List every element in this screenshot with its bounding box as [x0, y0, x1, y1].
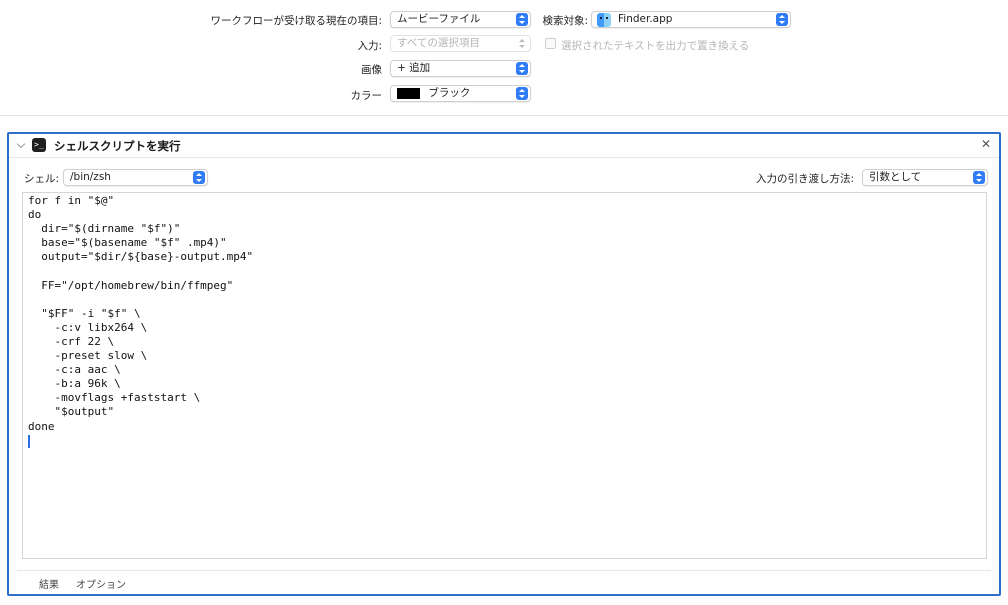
script-editor[interactable]: for f in "$@" do dir="$(dirname "$f")" b… — [22, 192, 987, 559]
disclosure-chevron-icon[interactable] — [16, 139, 26, 149]
pass-input-popup[interactable]: 引数として — [862, 169, 988, 186]
text-caret — [28, 435, 30, 449]
workflow-header: ワークフローが受け取る現在の項目: ムービーファイル 検索対象: Finder.… — [0, 0, 1008, 116]
popup-stepper-icon — [776, 13, 788, 26]
action-title-bar: >_ シェルスクリプトを実行 ✕ — [9, 134, 999, 158]
replace-checkbox — [545, 38, 556, 49]
image-value: + 追加 — [397, 62, 431, 74]
search-target-label: 検索対象: — [542, 15, 588, 27]
popup-stepper-icon — [193, 171, 205, 184]
color-popup[interactable]: ブラック — [390, 85, 531, 102]
replace-checkbox-label: 選択されたテキストを出力で置き換える — [561, 40, 750, 52]
shell-value: /bin/zsh — [70, 171, 111, 183]
input-popup: すべての選択項目 — [390, 35, 531, 52]
popup-stepper-icon — [516, 87, 528, 100]
input-value: すべての選択項目 — [397, 37, 480, 49]
shell-popup[interactable]: /bin/zsh — [63, 169, 208, 186]
pass-input-value: 引数として — [869, 171, 922, 183]
finder-icon — [597, 13, 611, 27]
popup-stepper-icon — [516, 37, 528, 50]
popup-stepper-icon — [973, 171, 985, 184]
bottom-divider — [17, 570, 991, 571]
tab-options[interactable]: オプション — [76, 576, 126, 591]
close-icon[interactable]: ✕ — [981, 137, 991, 151]
action-title: シェルスクリプトを実行 — [54, 139, 181, 153]
script-text[interactable]: for f in "$@" do dir="$(dirname "$f")" b… — [23, 193, 986, 435]
color-swatch — [397, 88, 420, 99]
workflow-input-popup[interactable]: ムービーファイル — [390, 11, 531, 28]
color-label: カラー — [350, 90, 383, 102]
image-label: 画像 — [361, 64, 382, 76]
workflow-input-label: ワークフローが受け取る現在の項目: — [210, 15, 382, 27]
input-label: 入力: — [357, 40, 382, 52]
workflow-input-value: ムービーファイル — [397, 13, 481, 25]
search-target-value: Finder.app — [618, 13, 673, 25]
color-value: ブラック — [428, 87, 471, 99]
image-popup[interactable]: + 追加 — [390, 60, 531, 77]
tab-results[interactable]: 結果 — [39, 576, 59, 591]
run-shell-script-action[interactable]: >_ シェルスクリプトを実行 ✕ シェル: /bin/zsh 入力の引き渡し方法… — [7, 132, 1001, 596]
pass-input-label: 入力の引き渡し方法: — [755, 173, 854, 185]
search-target-popup[interactable]: Finder.app — [591, 11, 791, 28]
shell-label: シェル: — [24, 173, 60, 185]
terminal-icon: >_ — [32, 138, 46, 152]
popup-stepper-icon — [516, 13, 528, 26]
popup-stepper-icon — [516, 62, 528, 75]
